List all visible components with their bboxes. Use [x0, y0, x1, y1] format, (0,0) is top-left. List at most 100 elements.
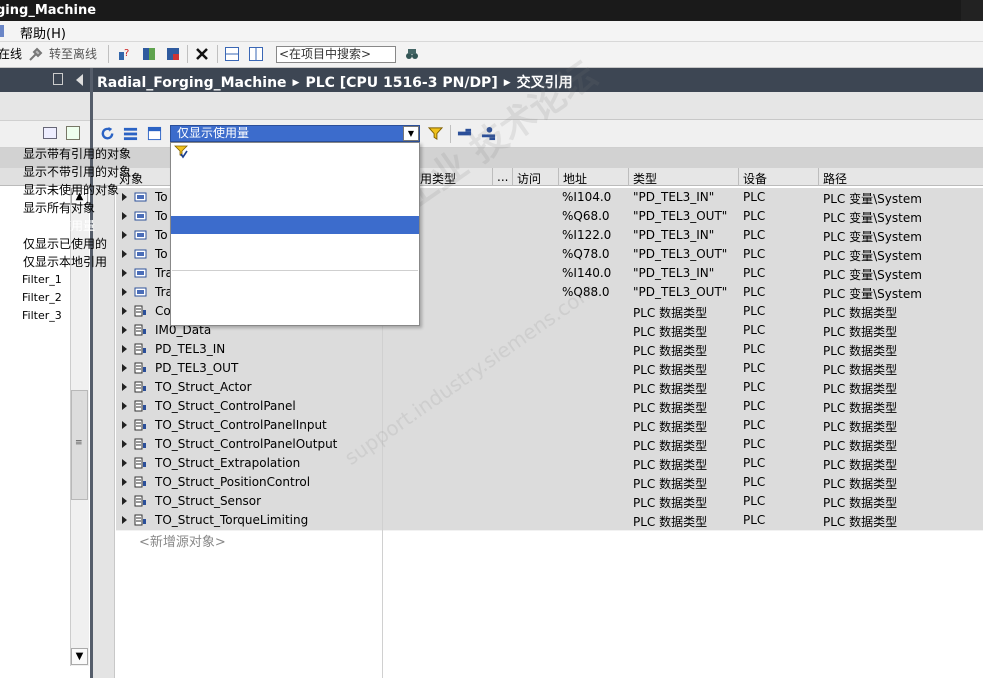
data-type-icon: [134, 400, 146, 412]
expand-row-icon[interactable]: [122, 193, 127, 201]
row-path: PLC 数据类型: [823, 420, 898, 434]
expand-row-icon[interactable]: [122, 364, 127, 372]
row-type: "PD_TEL3_IN": [633, 190, 715, 204]
expand-row-icon[interactable]: [122, 345, 127, 353]
row-object: TO_Struct_ControlPanelOutput: [155, 437, 338, 451]
expand-row-icon[interactable]: [122, 497, 127, 505]
search-project-icon[interactable]: [404, 46, 420, 62]
breadcrumb-view: 交叉引用: [516, 75, 573, 91]
data-type-icon: [134, 381, 146, 393]
filter-option-custom-3[interactable]: Filter_3: [22, 309, 62, 322]
table-row[interactable]: TO_Struct_Actor PLC 数据类型 PLC PLC 数据类型: [116, 378, 983, 398]
filter-check-icon: [174, 145, 188, 159]
column-more[interactable]: ...: [497, 170, 508, 184]
expand-row-icon[interactable]: [122, 459, 127, 467]
window-title: ging_Machine: [0, 3, 97, 18]
row-device: PLC: [743, 285, 766, 299]
row-type: "PD_TEL3_OUT": [633, 285, 728, 299]
row-object: TO_Struct_Actor: [155, 380, 252, 394]
expand-row-icon[interactable]: [122, 250, 127, 258]
breadcrumb-device[interactable]: PLC [CPU 1516-3 PN/DP]: [305, 75, 497, 91]
filter-option-usage-only[interactable]: 仅显示使用量: [23, 217, 95, 234]
filter-select[interactable]: 仅显示使用量: [170, 125, 420, 142]
collapse-all-icon[interactable]: [147, 126, 162, 141]
expand-row-icon[interactable]: [122, 307, 127, 315]
table-row[interactable]: PD_TEL3_IN PLC 数据类型 PLC PLC 数据类型: [116, 340, 983, 360]
row-device: PLC: [743, 399, 766, 413]
column-path[interactable]: 路径: [823, 170, 847, 187]
expand-row-icon[interactable]: [122, 288, 127, 296]
breadcrumb: Radial_Forging_Machine ▶ PLC [CPU 1516-3 P…: [93, 68, 983, 92]
split-horizontal-icon[interactable]: [224, 46, 240, 62]
row-path: PLC 变量\System: [823, 230, 922, 244]
export-icon[interactable]: [66, 126, 80, 140]
filter-option-custom-2[interactable]: Filter_2: [22, 291, 62, 304]
expand-row-icon[interactable]: [122, 326, 127, 334]
filter-option-all[interactable]: 显示所有对象: [23, 199, 95, 216]
table-row[interactable]: TO_Struct_ControlPanelInput PLC 数据类型 PLC PL…: [116, 416, 983, 436]
column-address[interactable]: 地址: [563, 170, 587, 187]
assign-icon[interactable]: [481, 126, 496, 141]
row-device: PLC: [743, 228, 766, 242]
pin-panel-icon[interactable]: [53, 73, 63, 85]
row-path: PLC 数据类型: [823, 515, 898, 529]
row-object: TO_Struct_TorqueLimiting: [155, 513, 309, 527]
filter-option-local-refs[interactable]: 仅显示本地引用: [23, 253, 107, 270]
refresh-icon[interactable]: [100, 126, 115, 141]
row-type: PLC 数据类型: [633, 439, 708, 453]
expand-row-icon[interactable]: [122, 231, 127, 239]
filter-option-without-refs[interactable]: 显示不带引用的对象: [23, 163, 131, 180]
show-overlaps-icon[interactable]: [457, 126, 472, 141]
row-address: %Q68.0: [562, 209, 610, 223]
scroll-down-icon[interactable]: ▼: [71, 648, 88, 665]
row-path: PLC 数据类型: [823, 344, 898, 358]
table-row[interactable]: TO_Struct_ControlPanel PLC 数据类型 PLC PLC 数据类…: [116, 397, 983, 417]
expand-row-icon[interactable]: [122, 421, 127, 429]
filter-option-unused[interactable]: 显示未使用的对象: [23, 181, 119, 198]
filter-option-used-only[interactable]: 仅显示已使用的: [23, 235, 107, 252]
go-offline-button[interactable]: 转至离线: [49, 45, 97, 63]
row-type: PLC 数据类型: [633, 344, 708, 358]
expand-row-icon[interactable]: [122, 440, 127, 448]
dropdown-separator: [172, 270, 418, 271]
column-access[interactable]: 访问: [517, 170, 541, 187]
expand-row-icon[interactable]: [122, 478, 127, 486]
split-vertical-icon[interactable]: [248, 46, 264, 62]
table-row[interactable]: TO_Struct_PositionControl PLC 数据类型 PLC PLC …: [116, 473, 983, 493]
filter-icon[interactable]: [428, 126, 443, 141]
expand-row-icon[interactable]: [122, 402, 127, 410]
close-x-icon[interactable]: [194, 46, 210, 62]
breadcrumb-project[interactable]: Radial_Forging_Machine: [97, 75, 287, 91]
row-address: %Q88.0: [562, 285, 610, 299]
row-object: TO_Struct_PositionControl: [155, 475, 311, 489]
accessible-devices-icon[interactable]: ?: [117, 46, 133, 62]
expand-row-icon[interactable]: [122, 212, 127, 220]
expand-row-icon[interactable]: [122, 269, 127, 277]
stop-runtime-icon[interactable]: [165, 46, 181, 62]
project-search-input[interactable]: <在项目中搜索>: [276, 46, 396, 63]
table-row[interactable]: PD_TEL3_OUT PLC 数据类型 PLC PLC 数据类型: [116, 359, 983, 379]
breadcrumb-separator-icon: ▶: [503, 78, 511, 88]
filter-option-with-refs[interactable]: 显示带有引用的对象: [23, 145, 131, 162]
menu-help[interactable]: 帮助(H): [20, 23, 66, 42]
column-device[interactable]: 设备: [743, 170, 767, 187]
table-row[interactable]: TO_Struct_TorqueLimiting PLC 数据类型 PLC PLC 数…: [116, 511, 983, 531]
expand-row-icon[interactable]: [122, 516, 127, 524]
expand-row-icon[interactable]: [122, 383, 127, 391]
collapse-panel-icon[interactable]: [76, 74, 83, 86]
column-ref-type[interactable]: 用类型: [420, 170, 456, 187]
window-controls[interactable]: [961, 0, 983, 21]
go-offline-icon[interactable]: [28, 46, 44, 62]
column-type[interactable]: 类型: [633, 170, 657, 187]
table-row[interactable]: TO_Struct_ControlPanelOutput PLC 数据类型 PLC P…: [116, 435, 983, 455]
new-source-object[interactable]: <新增源对象>: [139, 531, 226, 550]
go-online-button[interactable]: 在线: [0, 45, 22, 63]
table-view-icon[interactable]: [43, 127, 57, 139]
table-row[interactable]: TO_Struct_Extrapolation PLC 数据类型 PLC PLC 数据…: [116, 454, 983, 474]
row-object: TO_Struct_Sensor: [155, 494, 262, 508]
expand-all-icon[interactable]: [123, 126, 138, 141]
split-editor-icon[interactable]: [141, 46, 157, 62]
chevron-down-icon[interactable]: ▼: [403, 126, 419, 141]
filter-option-custom-1[interactable]: Filter_1: [22, 273, 62, 286]
table-row[interactable]: TO_Struct_Sensor PLC 数据类型 PLC PLC 数据类型: [116, 492, 983, 512]
